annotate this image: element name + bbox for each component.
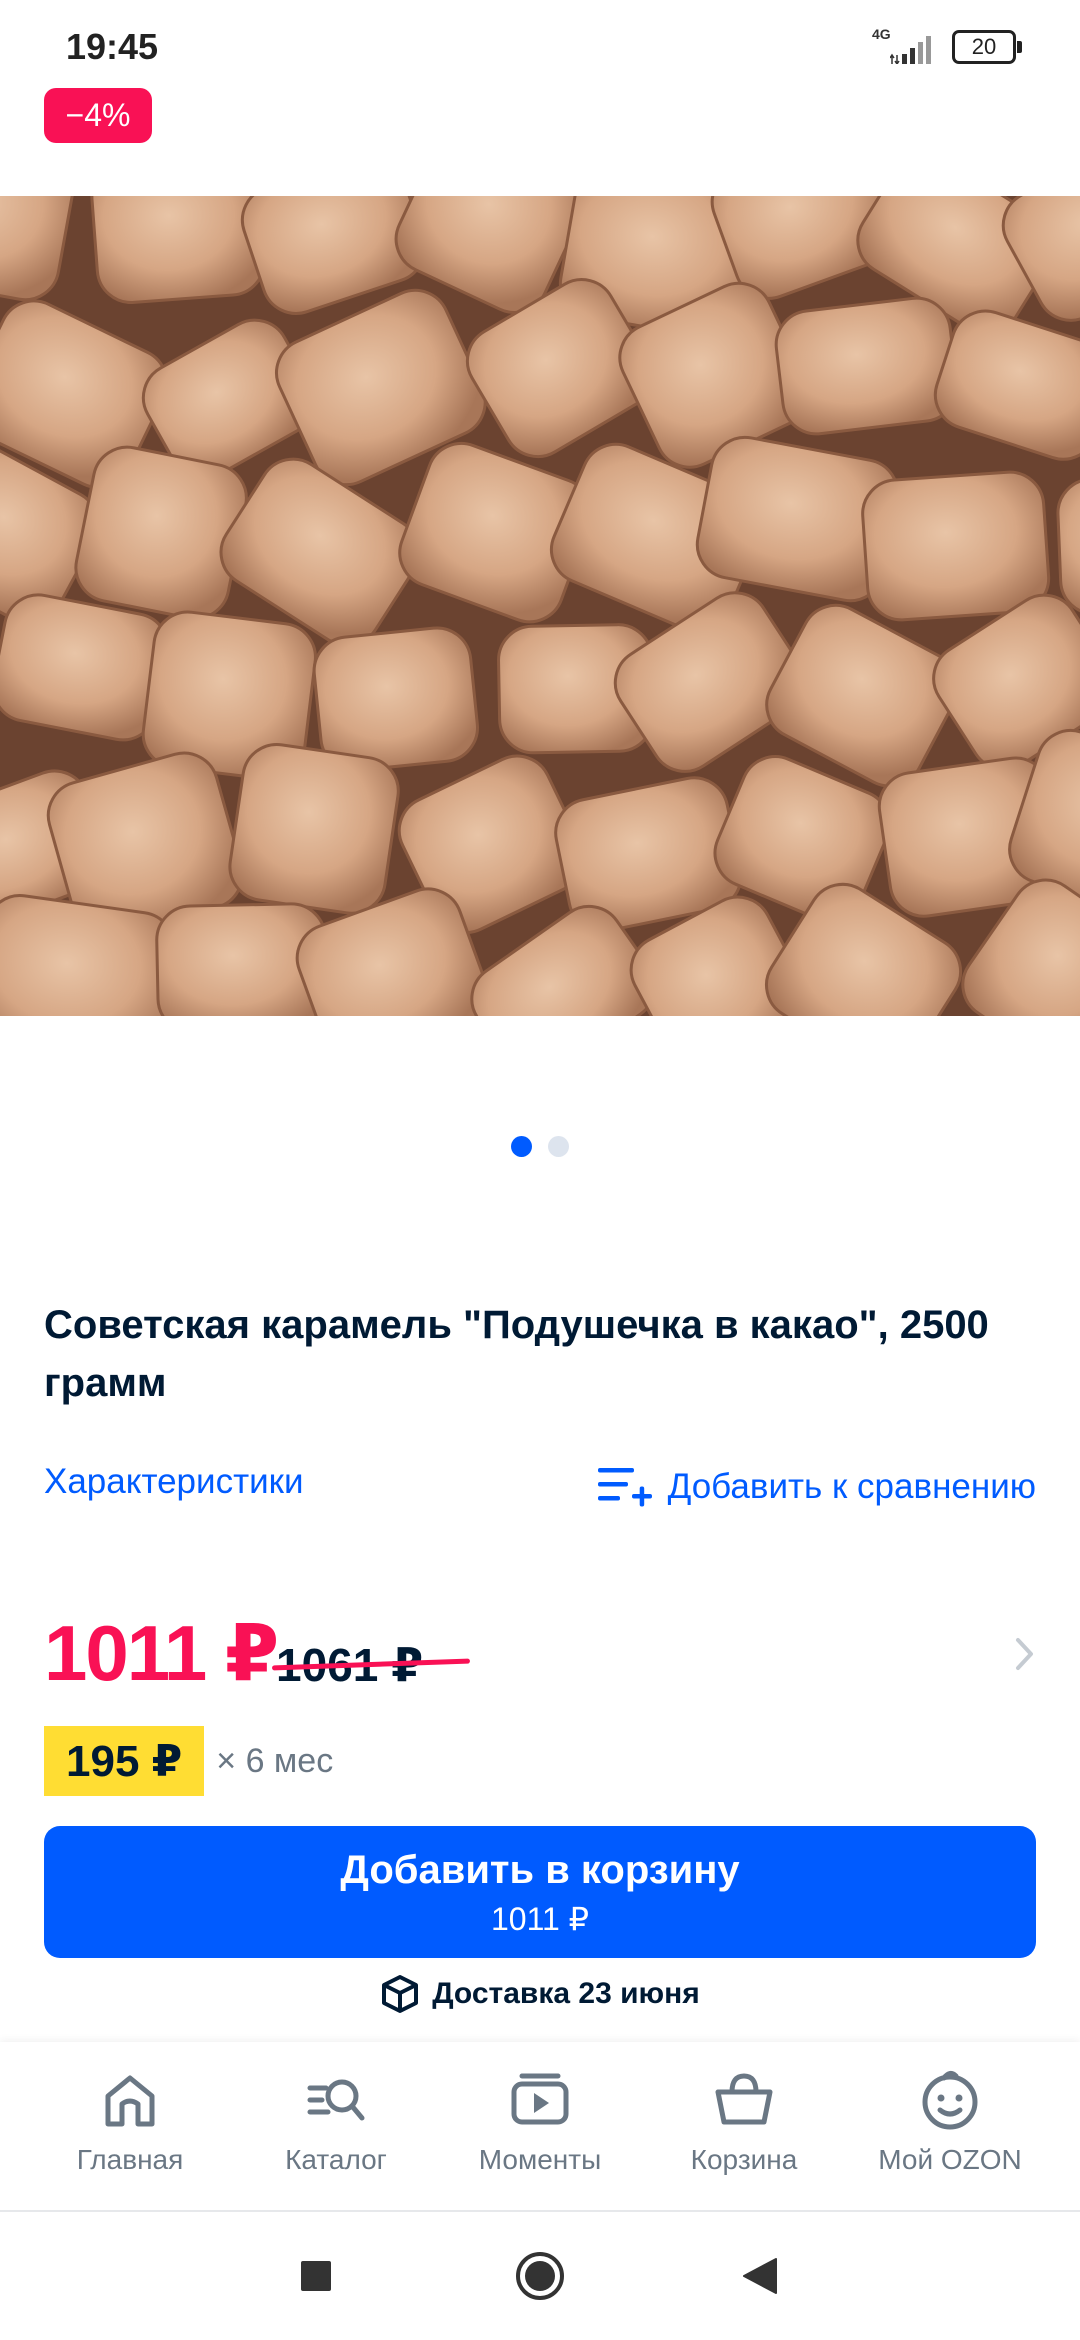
add-to-cart-label: Добавить в корзину xyxy=(340,1848,740,1892)
current-price: 1011 ₽ xyxy=(44,1609,279,1697)
gallery-pagination xyxy=(0,1136,1080,1157)
nav-label-cart: Корзина xyxy=(690,2144,798,2175)
signal-icon: 4G xyxy=(872,26,934,64)
candy-piece xyxy=(74,445,248,621)
installment-amount: 195 ₽ xyxy=(44,1726,205,1796)
delivery-text: Доставка 23 июня xyxy=(432,1977,700,2010)
candy-piece xyxy=(90,196,267,305)
product-photo xyxy=(0,196,1080,1016)
add-to-cart-button[interactable]: Добавить в корзину 1011 ₽ xyxy=(44,1826,1036,1958)
nav-item-moments[interactable]: Моменты xyxy=(440,2068,640,2176)
product-image[interactable] xyxy=(0,196,1080,1016)
add-to-cart-price: 1011 ₽ xyxy=(490,1901,590,1937)
status-bar: 19:45 4G 20 xyxy=(0,0,1080,90)
nav-label-moments: Моменты xyxy=(478,2144,602,2175)
gallery-dot[interactable] xyxy=(548,1136,569,1157)
battery-level: 20 xyxy=(971,34,997,59)
basket-icon xyxy=(715,2073,773,2125)
circle-home-icon xyxy=(516,2252,564,2300)
box-icon xyxy=(382,1975,419,2013)
nav-item-home[interactable]: Главная xyxy=(30,2068,230,2176)
nav-item-my-ozon[interactable]: Мой OZON xyxy=(850,2068,1050,2176)
installment-info[interactable]: 195 ₽ × 6 мес xyxy=(44,1726,333,1796)
candy-piece xyxy=(774,296,959,436)
gallery-dot-active[interactable] xyxy=(511,1136,532,1157)
chevron-right-icon xyxy=(1016,1638,1033,1670)
nav-label-catalog: Каталог xyxy=(285,2144,387,2175)
catalog-search-icon xyxy=(307,2079,365,2121)
home-icon xyxy=(105,2075,155,2127)
nav-label-home: Главная xyxy=(76,2144,184,2175)
video-moments-icon xyxy=(511,2073,569,2125)
candy-piece xyxy=(228,742,400,915)
back-triangle-icon xyxy=(743,2258,777,2294)
network-type-label: 4G xyxy=(872,26,891,42)
status-time: 19:45 xyxy=(66,26,159,67)
compare-list-plus-icon xyxy=(597,1468,652,1507)
system-navigation-bar xyxy=(0,2212,1080,2340)
delivery-info: Доставка 23 июня xyxy=(0,1974,1080,2014)
battery-icon: 20 xyxy=(952,30,1022,64)
product-links-row: Характеристики Добавить к сравнению xyxy=(44,1462,1036,1512)
home-button[interactable] xyxy=(480,2212,600,2340)
discount-badge: −4% xyxy=(44,88,152,143)
add-to-compare-link[interactable]: Добавить к сравнению xyxy=(596,1462,1036,1512)
price-row[interactable]: 1011 ₽ 1061 ₽ xyxy=(44,1608,1036,1698)
square-icon xyxy=(301,2261,331,2291)
recent-apps-button[interactable] xyxy=(256,2212,376,2340)
nav-item-catalog[interactable]: Каталог xyxy=(236,2068,436,2176)
nav-item-cart[interactable]: Корзина xyxy=(644,2068,844,2176)
candy-piece xyxy=(861,470,1051,622)
specs-link[interactable]: Характеристики xyxy=(44,1462,304,1502)
status-icons: 4G 20 xyxy=(872,26,1022,64)
smiley-profile-icon xyxy=(922,2070,978,2130)
product-title: Советская карамель "Подушечка в какао", … xyxy=(44,1303,989,1405)
compare-label: Добавить к сравнению xyxy=(667,1467,1036,1506)
nav-label-my-ozon: Мой OZON xyxy=(878,2144,1022,2175)
installment-term: × 6 мес xyxy=(216,1741,334,1780)
bottom-navigation: Главная Каталог Моменты Корзина Мой OZON xyxy=(0,2042,1080,2213)
back-button[interactable] xyxy=(700,2212,820,2340)
